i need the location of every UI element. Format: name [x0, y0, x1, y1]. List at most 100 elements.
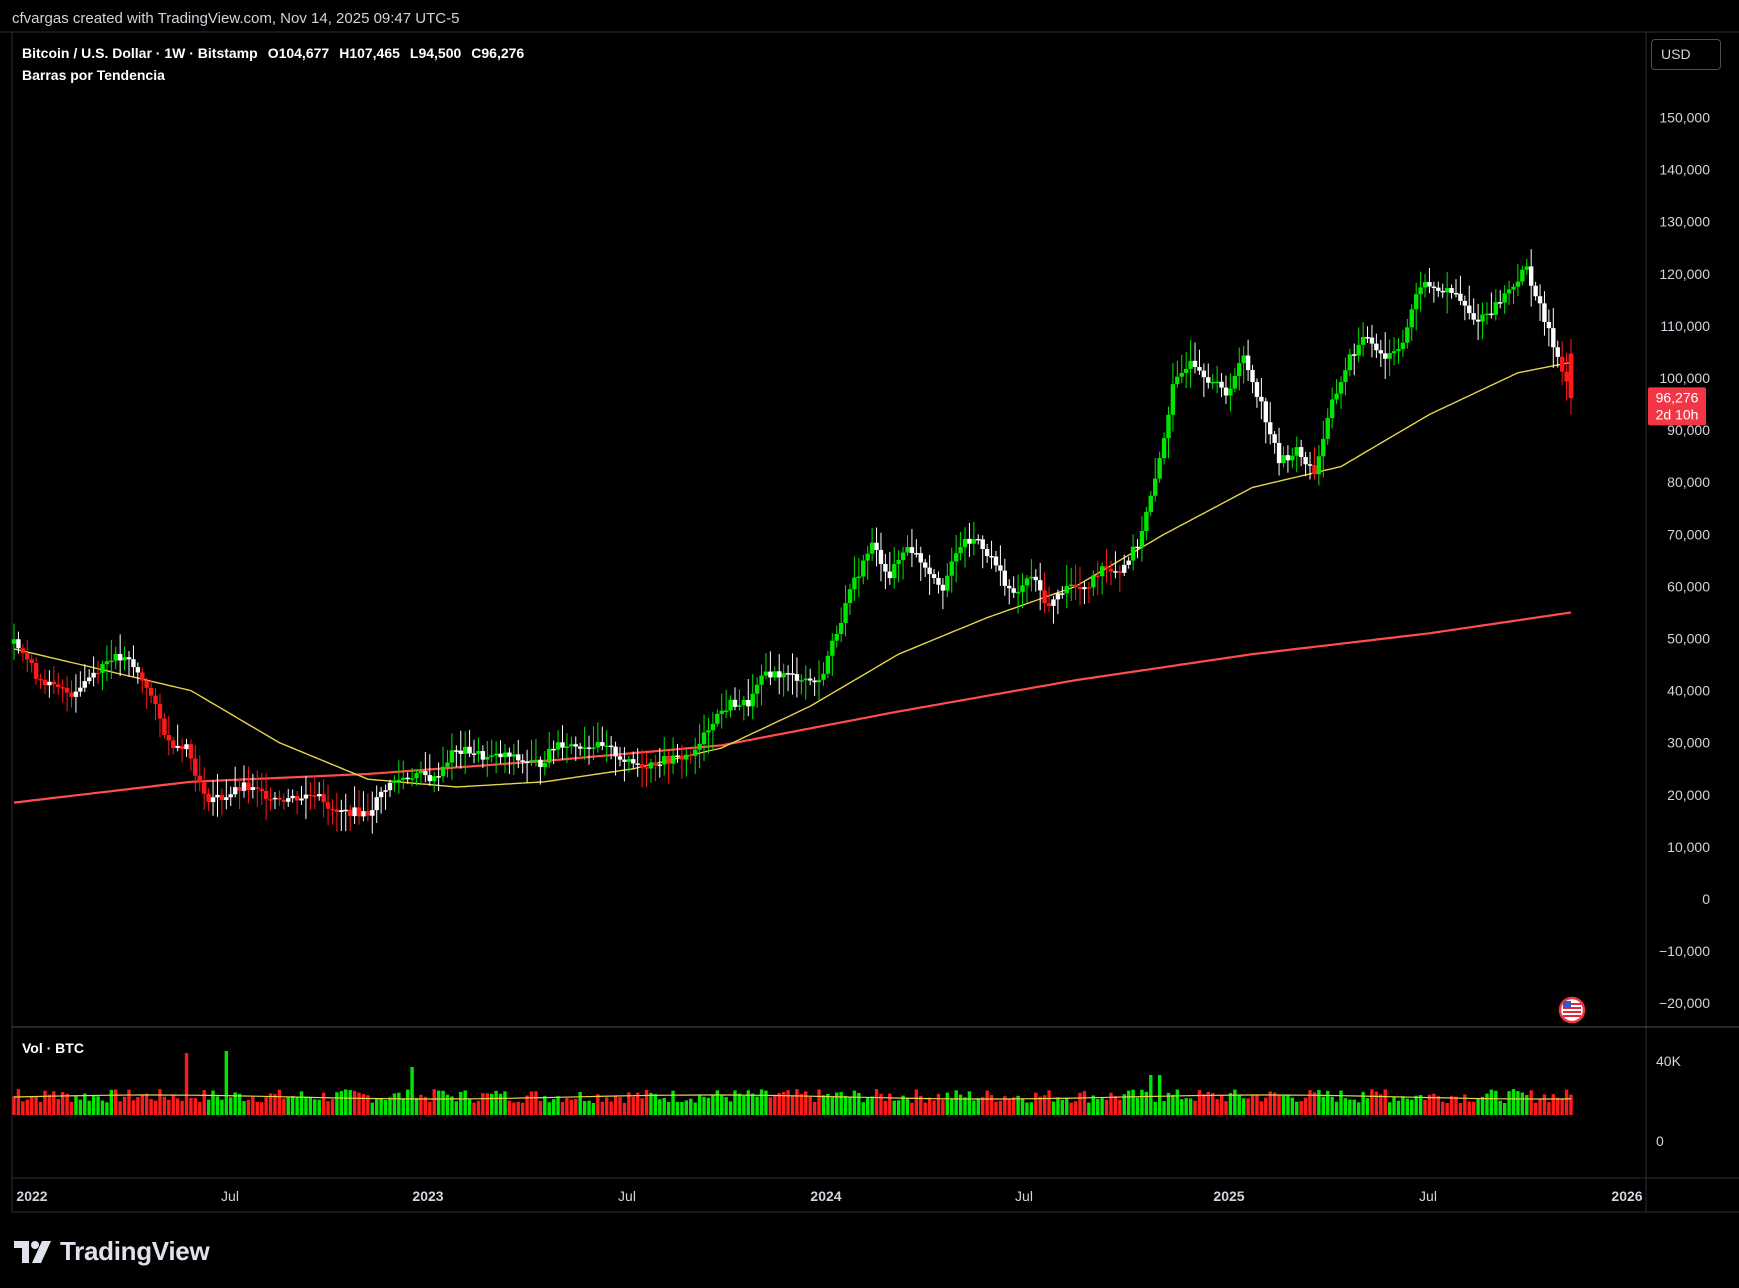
candle-body: [277, 797, 282, 800]
candle-body: [1316, 456, 1322, 475]
candle-body: [1263, 401, 1268, 423]
volume-bar: [1471, 1101, 1476, 1115]
candle-body: [1228, 388, 1233, 396]
open-value: O104,677: [267, 45, 330, 61]
volume-bar: [658, 1099, 662, 1115]
candle-body: [635, 763, 640, 765]
volume-bar: [277, 1089, 282, 1115]
candle-body: [591, 747, 596, 749]
volume-bar: [494, 1090, 498, 1115]
candle-body: [847, 589, 853, 604]
volume-bar: [175, 1098, 180, 1115]
candle-body: [900, 552, 906, 560]
candle-body: [1091, 575, 1096, 588]
volume-bar: [963, 1097, 967, 1115]
symbol-name[interactable]: Bitcoin / U.S. Dollar · 1W · Bitstamp: [22, 45, 258, 61]
candle-body: [737, 705, 742, 707]
candle-body: [1250, 370, 1255, 383]
volume-bar: [565, 1098, 569, 1115]
candle-body: [799, 680, 804, 682]
price-tick-label: 60,000: [1667, 578, 1710, 594]
volume-bar: [1383, 1089, 1387, 1115]
volume-bar: [251, 1096, 255, 1115]
candle-body: [653, 762, 658, 766]
volume-bar: [790, 1095, 795, 1115]
volume-bar: [1330, 1096, 1334, 1115]
candle-body: [821, 673, 826, 680]
volume-bar: [167, 1099, 171, 1115]
volume-bar: [1060, 1099, 1065, 1115]
candle-body: [838, 622, 844, 634]
volume-bar: [171, 1095, 175, 1115]
candle-body: [984, 548, 990, 557]
volume-bar: [436, 1090, 441, 1115]
candle-body: [772, 671, 778, 678]
price-tick-label: 100,000: [1659, 370, 1710, 386]
chart-root[interactable]: 150,000 140,000 130,000 120,000 110,000 100,0…: [0, 0, 1739, 1288]
candle-body: [1307, 464, 1313, 466]
volume-bar: [1498, 1100, 1502, 1115]
candle-body: [122, 657, 127, 661]
candle-body: [728, 699, 733, 711]
volume-bar: [830, 1097, 835, 1115]
volume-bar: [764, 1090, 768, 1115]
volume-bar: [587, 1100, 591, 1115]
volume-bar: [1246, 1098, 1250, 1115]
volume-bar: [574, 1098, 578, 1115]
volume-bar: [600, 1101, 604, 1115]
candle-body: [1281, 455, 1286, 464]
candle-body: [157, 704, 163, 719]
candle-body: [11, 639, 17, 644]
candle-body: [1360, 337, 1366, 345]
candle-body: [1537, 296, 1543, 304]
candle-body: [1276, 442, 1282, 464]
indicator-label[interactable]: Barras por Tendencia: [22, 67, 165, 83]
candle-body: [60, 687, 65, 689]
time-tick-label: Jul: [1419, 1188, 1437, 1204]
volume-bar: [1516, 1091, 1520, 1115]
candle-body: [675, 755, 680, 757]
volume-bar: [498, 1093, 503, 1115]
candle-body: [834, 633, 839, 641]
candle-body: [706, 730, 711, 733]
candle-body: [962, 538, 968, 548]
candle-body: [1046, 603, 1052, 606]
candle-body: [993, 556, 999, 566]
price-chart[interactable]: 150,000 140,000 130,000 120,000 110,000 100,0…: [0, 0, 1739, 1288]
candle-body: [418, 771, 424, 774]
flag-stripe: [1563, 1015, 1581, 1017]
volume-bar: [768, 1097, 773, 1115]
volume-bar: [220, 1099, 224, 1115]
candle-body: [1405, 327, 1410, 343]
volume-bar: [675, 1101, 680, 1115]
candle-body: [268, 799, 273, 801]
candle-body: [1183, 368, 1189, 373]
volume-bar: [1529, 1090, 1533, 1115]
tradingview-logo[interactable]: TradingView: [14, 1236, 210, 1267]
candle-body: [1086, 587, 1092, 589]
candle-body: [1369, 337, 1375, 344]
candle-body: [1073, 584, 1078, 588]
volume-bar: [578, 1091, 582, 1115]
volume-bar: [1007, 1099, 1011, 1115]
volume-bar: [795, 1089, 799, 1115]
volume-bar: [321, 1092, 326, 1115]
volume-bar: [981, 1097, 985, 1115]
volume-bar: [1197, 1090, 1202, 1115]
candle-body: [1462, 300, 1468, 306]
symbol-legend: Bitcoin / U.S. Dollar · 1W · Bitstamp O10…: [22, 45, 534, 61]
candle-body: [754, 684, 760, 694]
candle-body: [1060, 593, 1065, 595]
volume-bar: [804, 1091, 808, 1115]
candle-body: [741, 700, 747, 706]
candle-body: [600, 742, 605, 746]
volume-bar: [910, 1102, 914, 1115]
candle-body: [135, 667, 141, 673]
volume-bar: [671, 1090, 675, 1115]
volume-bar: [755, 1096, 759, 1115]
volume-bar: [512, 1102, 516, 1115]
volume-label[interactable]: Vol · BTC: [22, 1040, 84, 1056]
volume-bar: [631, 1096, 635, 1115]
currency-button[interactable]: USD: [1651, 39, 1721, 70]
volume-bar: [516, 1101, 520, 1115]
